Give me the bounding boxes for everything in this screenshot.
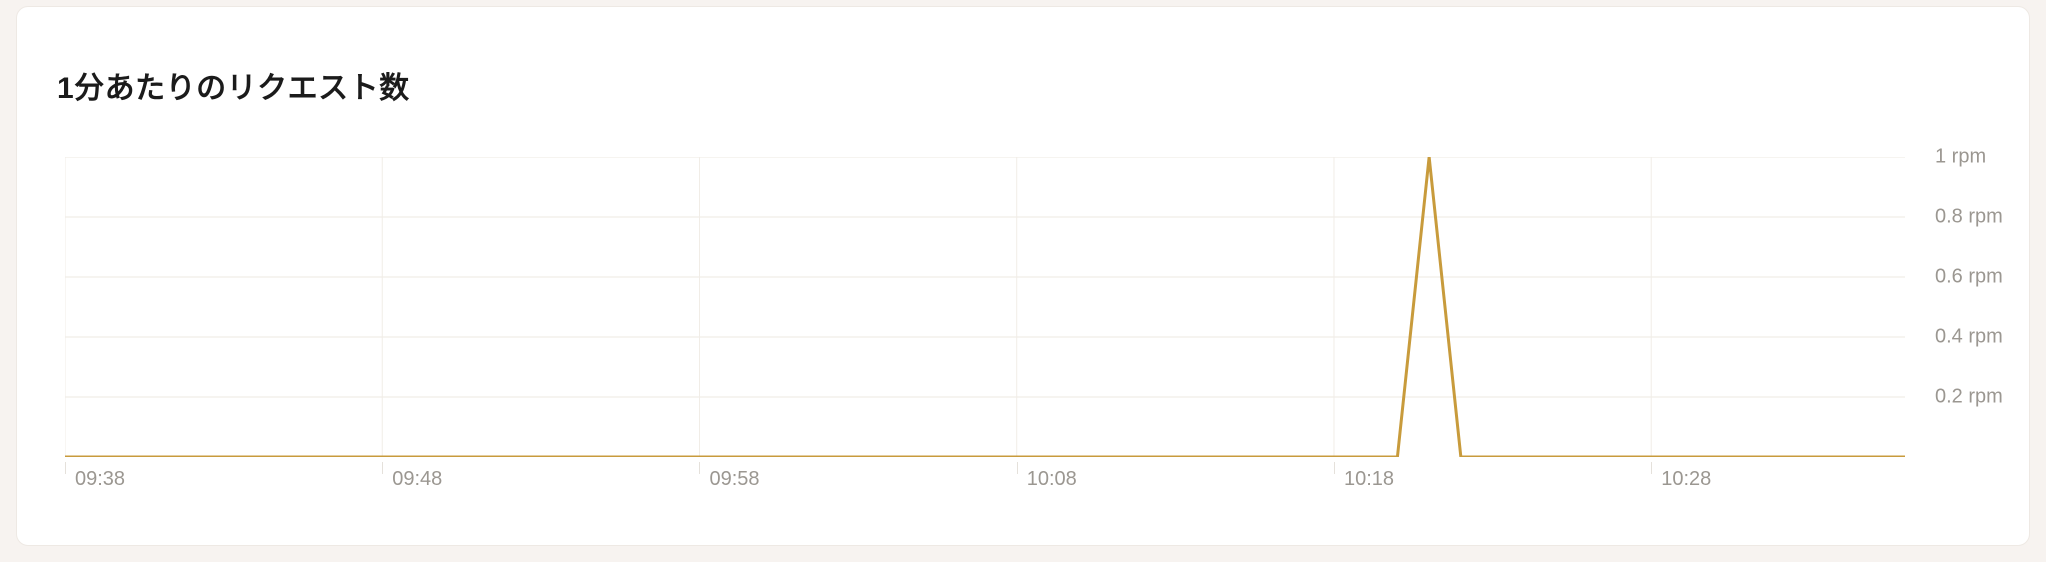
chart-xtick-mark [65,462,66,474]
chart-xtick-mark [1651,462,1652,474]
chart-xtick: 09:48 [382,462,383,502]
chart-title: 1分あたりのリクエスト数 [57,63,410,107]
chart-ytick-label: 1 rpm [1935,146,1986,169]
chart-xtick: 09:58 [699,462,700,502]
chart-xtick-label: 09:58 [709,468,759,491]
chart-xtick-mark [699,462,700,474]
chart-xtick-mark [1334,462,1335,474]
chart-ytick-label: 0.8 rpm [1935,206,2003,229]
chart-xtick: 09:38 [65,462,66,502]
chart-xtick: 10:18 [1334,462,1335,502]
chart-xtick: 10:28 [1651,462,1652,502]
chart-svg [65,157,1905,457]
chart-ytick-label: 0.4 rpm [1935,326,2003,349]
chart-xtick-mark [1017,462,1018,474]
chart-xtick-mark [382,462,383,474]
chart-xtick-label: 09:48 [392,468,442,491]
chart-ytick-label: 0.6 rpm [1935,266,2003,289]
chart-plot-area [65,157,1905,457]
chart-series-line [65,157,1905,457]
chart-card: 1分あたりのリクエスト数 0.2 rpm 0.4 rpm 0.6 rpm 0.8 rp… [16,6,2030,546]
chart-yaxis: 0.2 rpm0.4 rpm0.6 rpm0.8 rpm1 rpm [1917,157,2037,457]
chart-xaxis: 09:38 09:48 09:58 10:08 10:18 10:28 [65,462,1905,502]
chart-xtick-label: 09:38 [75,468,125,491]
chart-xtick-label: 10:08 [1027,468,1077,491]
chart-xtick: 10:08 [1017,462,1018,502]
chart-ytick-label: 0.2 rpm [1935,386,2003,409]
chart-xtick-label: 10:28 [1661,468,1711,491]
chart-xtick-label: 10:18 [1344,468,1394,491]
